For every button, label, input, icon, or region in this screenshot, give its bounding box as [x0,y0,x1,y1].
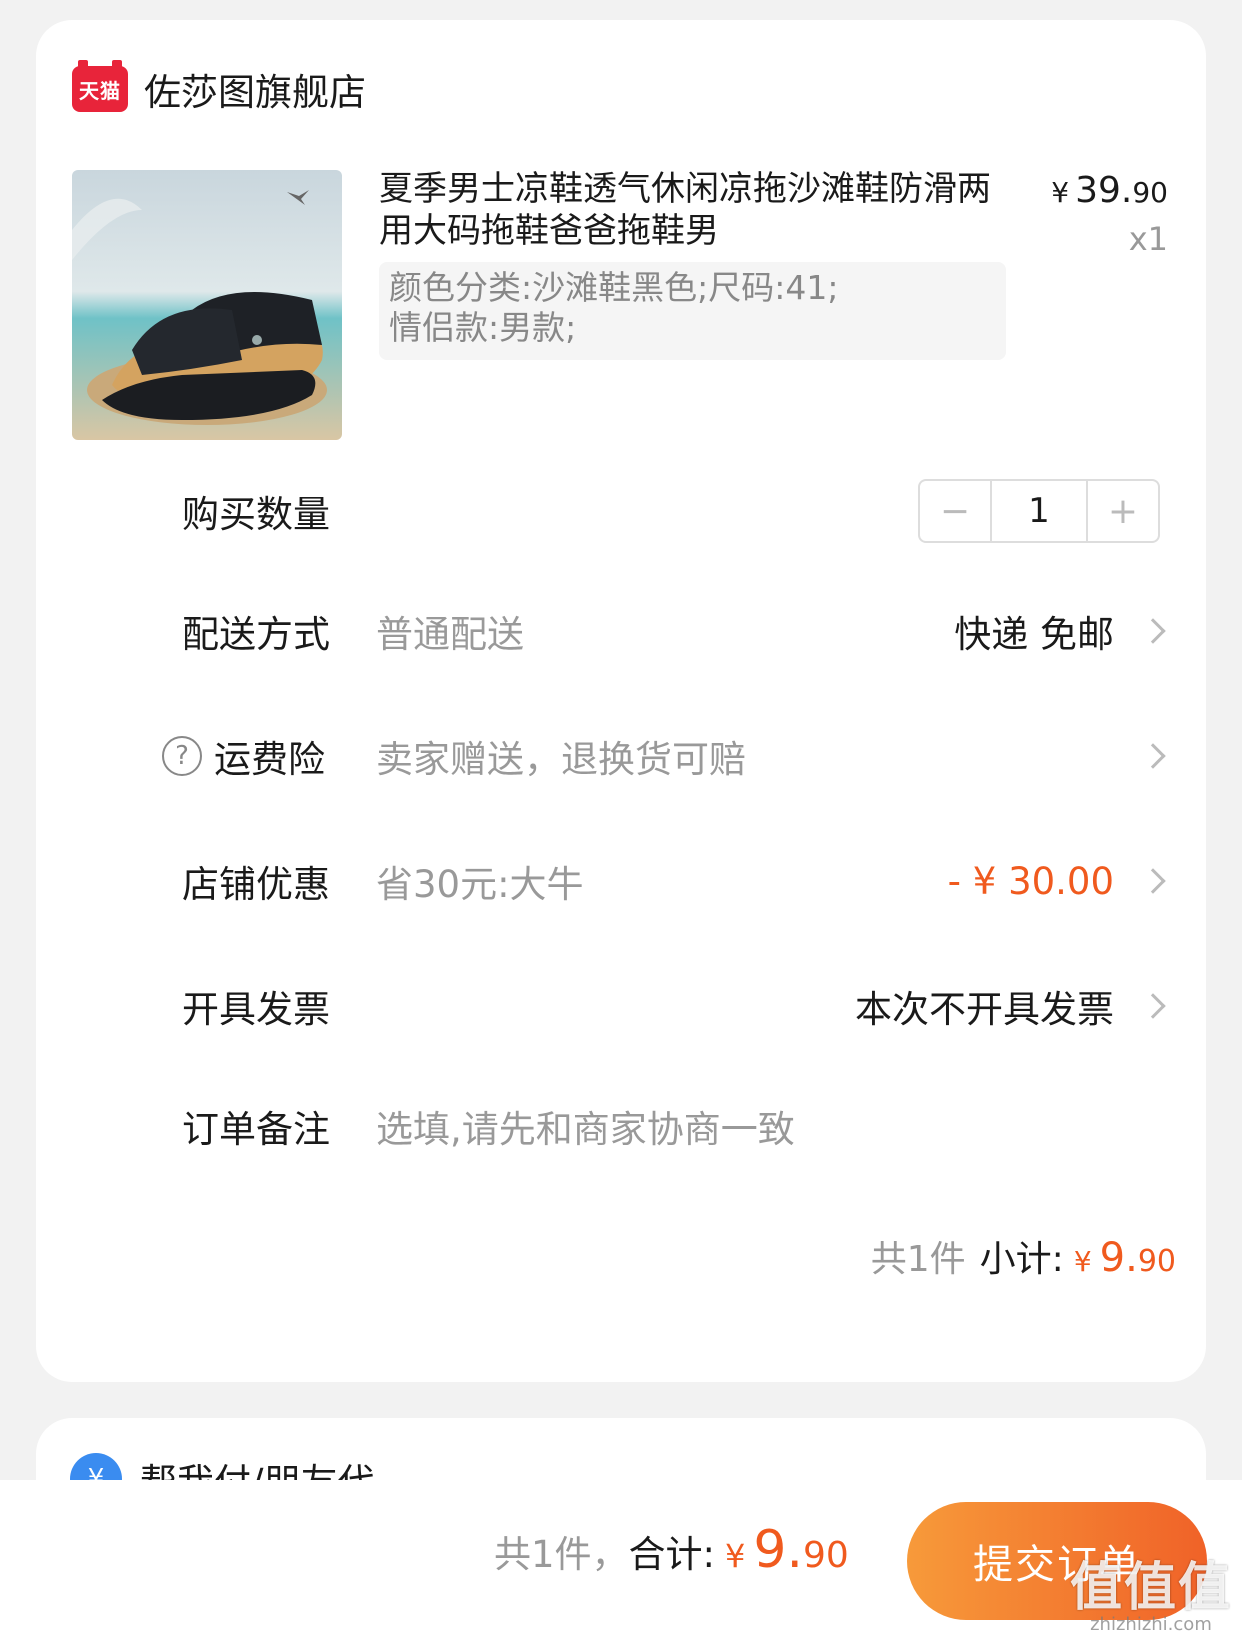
order-card: 天猫 佐莎图旗舰店 夏季男士凉鞋透气休闲凉拖沙滩鞋防滑两用大码拖鞋爸爸拖鞋男 ¥… [36,20,1206,1382]
subtotal-yen: ¥ [1073,1245,1092,1278]
order-total: 共1件， 合计: ¥ 9. 90 [494,1520,849,1580]
quantity-row: 购买数量 − 1 + [36,479,1206,543]
insurance-row[interactable]: ? 运费险 卖家赠送，退换货可赔 [36,726,1206,786]
tmall-logo-icon: 天猫 [72,60,128,112]
help-icon[interactable]: ? [162,736,202,776]
quantity-label: 购买数量 [182,493,330,536]
discount-label: 店铺优惠 [182,863,330,906]
price-int: 39. [1075,170,1133,211]
subtotal-label: 小计: [979,1239,1064,1280]
chevron-right-icon [1140,618,1166,644]
sandal-image [72,170,342,440]
price-decimal: 90 [1132,176,1168,209]
shop-header[interactable]: 天猫 佐莎图旗舰店 [72,60,366,116]
shipping-label: 配送方式 [182,613,330,656]
shop-name[interactable]: 佐莎图旗舰店 [144,62,366,116]
tmall-badge-text: 天猫 [79,78,121,103]
total-amount: 9. [753,1520,803,1580]
invoice-row[interactable]: 开具发票 本次不开具发票 [36,976,1206,1036]
product-quantity: x1 [1128,220,1168,258]
checkout-bar: 共1件， 合计: ¥ 9. 90 提交订单 [0,1480,1242,1641]
subtotal-count: 共1件 [870,1239,966,1280]
watermark-url: zhizhizhi.com [1090,1614,1212,1635]
product-image[interactable] [72,170,342,440]
increase-button[interactable]: + [1088,481,1158,541]
insurance-label: 运费险 [214,738,325,781]
subtotal: 共1件 小计: ¥ 9. 90 [871,1230,1176,1282]
total-decimal: 90 [803,1535,849,1576]
total-label: 合计: [628,1533,716,1576]
sku-line-1: 颜色分类:沙滩鞋黑色;尺码:41; [389,268,839,307]
note-label: 订单备注 [182,1108,330,1151]
sku-line-2: 情侣款:男款; [389,308,577,347]
product-price: ¥39.90 [1051,170,1168,211]
discount-row[interactable]: 店铺优惠 省30元:大牛 - ¥ 30.00 [36,851,1206,911]
shipping-value: 普通配送 [376,613,524,656]
note-input[interactable]: 选填,请先和商家协商一致 [376,1099,795,1153]
discount-value: 省30元:大牛 [376,863,584,906]
shipping-row[interactable]: 配送方式 普通配送 快递 免邮 [36,601,1206,661]
sku-box[interactable]: 颜色分类:沙滩鞋黑色;尺码:41; 情侣款:男款; [379,262,1006,360]
subtotal-amount: 9. [1099,1235,1138,1281]
invoice-label: 开具发票 [182,988,330,1031]
product-title[interactable]: 夏季男士凉鞋透气休闲凉拖沙滩鞋防滑两用大码拖鞋爸爸拖鞋男 [379,168,1009,252]
chevron-right-icon [1140,993,1166,1019]
quantity-stepper[interactable]: − 1 + [918,479,1160,543]
subtotal-decimal: 90 [1137,1244,1176,1279]
quantity-value[interactable]: 1 [990,481,1088,541]
chevron-right-icon [1140,743,1166,769]
watermark-logo: 值值值 zhizhizhi.com [1070,1545,1232,1635]
total-yen: ¥ [725,1537,746,1575]
chevron-right-icon [1140,868,1166,894]
invoice-value: 本次不开具发票 [855,988,1114,1031]
total-count: 共1件， [494,1533,629,1576]
discount-amount: - ¥ 30.00 [947,859,1114,903]
insurance-value: 卖家赠送，退换货可赔 [376,738,746,781]
decrease-button[interactable]: − [920,481,990,541]
shipping-method: 快递 免邮 [954,613,1114,656]
note-row: 订单备注 选填,请先和商家协商一致 [36,1096,1206,1156]
price-symbol: ¥ [1051,176,1070,209]
watermark-text: 值值值 [1069,1558,1232,1618]
